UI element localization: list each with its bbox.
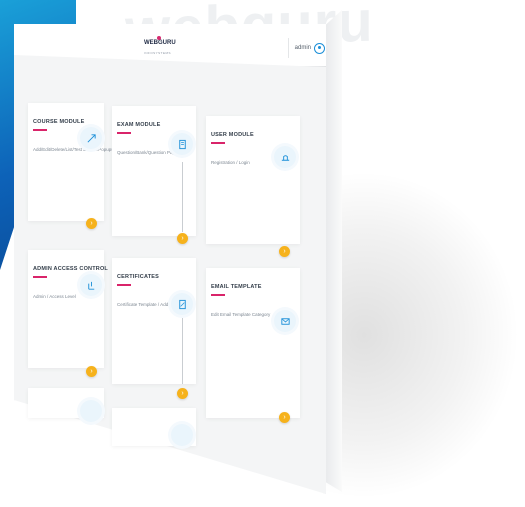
card-description: Admin / Access Level (33, 294, 76, 299)
logo-dot (157, 36, 161, 40)
card-connector-line (182, 162, 183, 232)
card-title: USER MODULE (211, 132, 254, 138)
card-title-underline (117, 132, 131, 134)
card-description: Question/Bank/Question Papers (117, 150, 182, 155)
certificate-icon (171, 293, 193, 315)
logo-subtext: INFOSYSTEMS (144, 51, 172, 55)
card-certificates[interactable]: CERTIFICATES Certificate Template / Add (112, 258, 196, 384)
card-title-underline (33, 129, 47, 131)
access-control-icon (80, 274, 102, 296)
exam-module-open-button[interactable]: › (177, 233, 188, 244)
card-description: Registration / Login (211, 160, 250, 165)
card-description: Add/Edit/Delete/List/Test Details/Popups (33, 147, 114, 152)
card-connector-line (182, 318, 183, 384)
user-module-open-button[interactable]: › (279, 246, 290, 257)
course-module-open-button[interactable]: › (86, 218, 97, 229)
card-title: COURSE MODULE (33, 119, 85, 125)
card-title: CERTIFICATES (117, 274, 160, 280)
card-course-module[interactable]: COURSE MODULE Add/Edit/Delete/List/Test … (28, 103, 114, 221)
email-icon (274, 310, 296, 332)
admin-access-open-button[interactable]: › (86, 366, 97, 377)
card-description: Certificate Template / Add (117, 302, 169, 307)
card-title-underline (211, 294, 225, 296)
card-module-partial[interactable] (28, 388, 104, 422)
card-module-partial[interactable] (112, 408, 196, 446)
card-description: Edit Email Template Category (211, 312, 271, 317)
card-title-underline (211, 142, 225, 144)
user-avatar-icon (314, 42, 325, 54)
module-icon (171, 424, 193, 446)
user-name: admin (294, 45, 311, 51)
email-template-open-button[interactable]: › (279, 412, 290, 423)
dashboard-screen: WEBGURU INFOSYSTEMS admin COURSE MODULE … (0, 0, 525, 507)
card-user-module[interactable]: USER MODULE Registration / Login (206, 116, 300, 244)
user-menu[interactable]: admin (288, 38, 325, 58)
panel-edge (326, 10, 342, 492)
user-hand-icon (274, 146, 296, 168)
brand-logo[interactable]: WEBGURU INFOSYSTEMS (144, 36, 176, 56)
card-email-template[interactable]: EMAIL TEMPLATE Edit Email Template Categ… (206, 268, 300, 418)
exam-doc-icon (171, 133, 193, 155)
certificates-open-button[interactable]: › (177, 388, 188, 399)
upload-icon (80, 127, 102, 149)
card-exam-module[interactable]: EXAM MODULE Question/Bank/Question Paper… (112, 106, 196, 236)
card-title-underline (33, 276, 47, 278)
logo-text: WEBGURU (144, 40, 176, 46)
card-title: EMAIL TEMPLATE (211, 284, 262, 290)
card-title: ADMIN ACCESS CONTROL (33, 266, 108, 272)
module-icon (80, 400, 102, 422)
card-admin-access-control[interactable]: ADMIN ACCESS CONTROL Admin / Access Leve… (28, 250, 108, 368)
card-title-underline (117, 284, 131, 286)
card-title: EXAM MODULE (117, 122, 161, 128)
